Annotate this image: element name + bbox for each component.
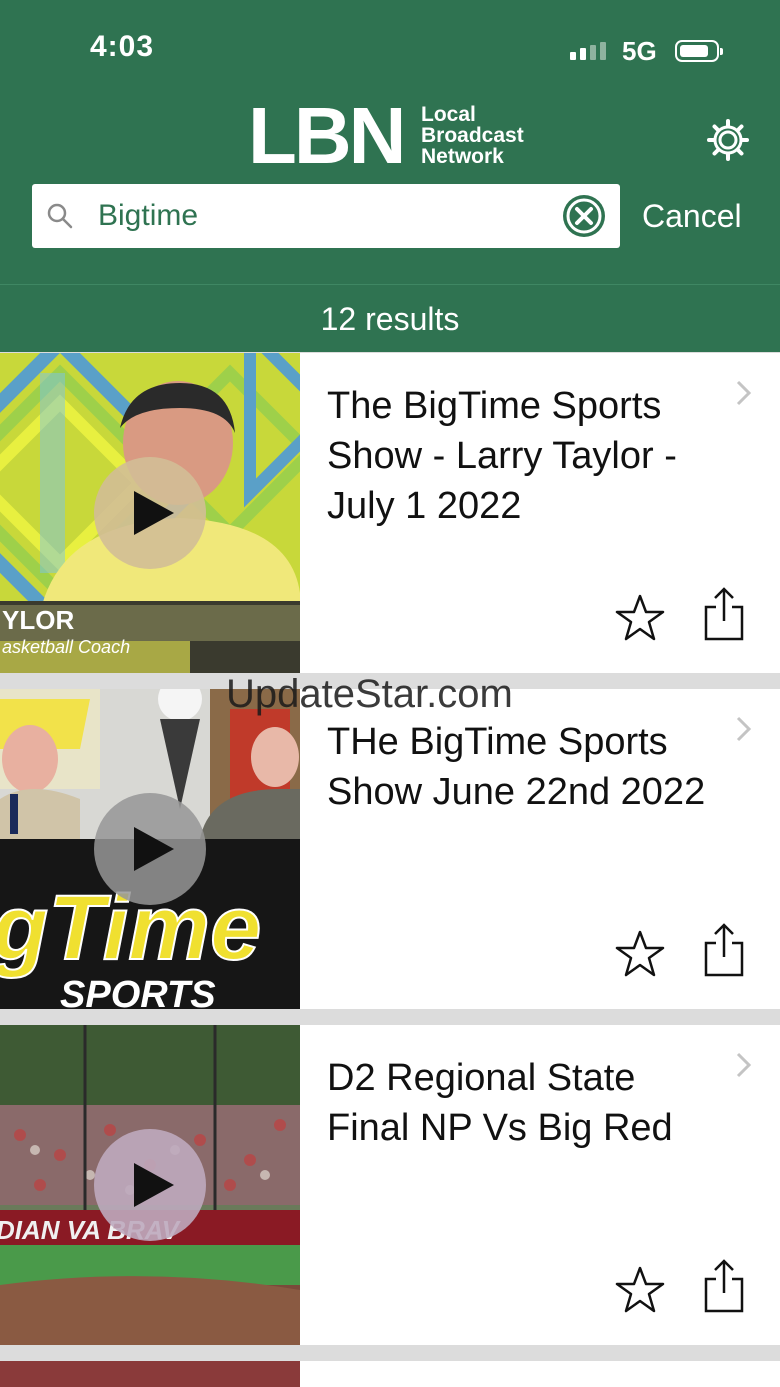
play-icon <box>134 491 174 535</box>
play-button[interactable] <box>94 793 206 905</box>
share-icon[interactable] <box>702 1259 746 1315</box>
results-count: 12 results <box>320 301 460 337</box>
video-title[interactable]: THe BigTime Sports Show June 22nd 2022 <box>327 717 727 817</box>
share-icon[interactable] <box>702 923 746 979</box>
favorite-star-icon[interactable] <box>614 1265 666 1317</box>
svg-text:asketball Coach: asketball Coach <box>2 637 130 657</box>
network-type: 5G <box>622 36 657 66</box>
svg-text:SPORTS: SPORTS <box>60 974 216 1009</box>
watermark: UpdateStar.com <box>226 672 513 716</box>
video-title[interactable]: The BigTime Sports Show - Larry Taylor -… <box>327 381 727 531</box>
results-count-bar: 12 results <box>0 284 780 352</box>
share-icon[interactable] <box>702 587 746 643</box>
list-item[interactable]: DIAN VA BRAV D2 Regional State Final NP … <box>0 1025 780 1345</box>
logo-wordmark: LBN <box>248 91 406 180</box>
play-button[interactable] <box>94 457 206 569</box>
status-time: 4:03 <box>90 30 155 63</box>
chevron-right-icon[interactable] <box>734 1051 754 1079</box>
play-button[interactable] <box>94 1129 206 1241</box>
favorite-star-icon[interactable] <box>614 929 666 981</box>
logo-subtitle: Local Broadcast Network <box>421 103 524 168</box>
cancel-button[interactable]: Cancel <box>642 198 742 235</box>
video-thumbnail[interactable] <box>0 1361 300 1387</box>
favorite-star-icon[interactable] <box>614 593 666 645</box>
video-thumbnail[interactable]: gTime SPORTS <box>0 689 300 1009</box>
video-title[interactable]: D2 Regional State Final NP Vs Big Red <box>327 1053 727 1153</box>
chevron-right-icon[interactable] <box>734 715 754 743</box>
app-header: 4:03 5G LBN Local Broadcast Network Bigt… <box>0 0 780 284</box>
search-bar[interactable] <box>32 184 620 248</box>
list-item-partial[interactable] <box>0 1361 780 1387</box>
battery-icon <box>675 40 723 62</box>
play-icon <box>134 827 174 871</box>
signal-icon <box>570 42 606 60</box>
gear-icon[interactable] <box>706 118 750 162</box>
video-thumbnail[interactable]: YLOR asketball Coach <box>0 353 300 673</box>
search-input[interactable] <box>98 196 548 236</box>
list-item[interactable]: gTime SPORTS THe BigTime Sports Show Jun… <box>0 689 780 1009</box>
chevron-right-icon[interactable] <box>734 379 754 407</box>
video-thumbnail[interactable]: DIAN VA BRAV <box>0 1025 300 1345</box>
play-icon <box>134 1163 174 1207</box>
clear-search-icon[interactable] <box>562 194 606 238</box>
list-item[interactable]: YLOR asketball Coach The BigTime Sports … <box>0 353 780 673</box>
svg-text:YLOR: YLOR <box>2 605 74 635</box>
search-icon <box>47 203 73 229</box>
